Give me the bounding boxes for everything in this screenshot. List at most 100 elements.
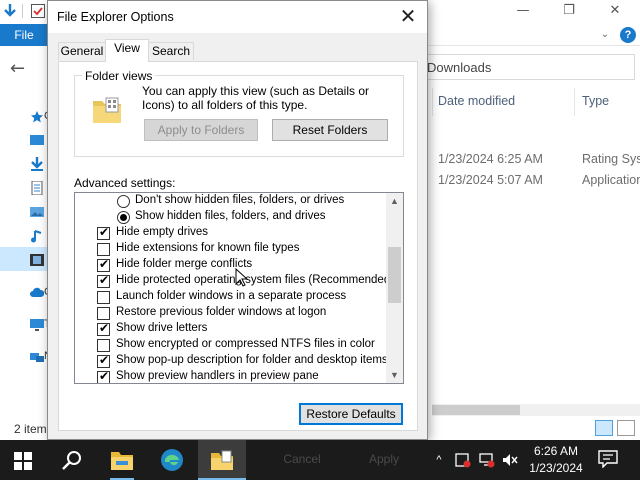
checkmark-icon: ✔ xyxy=(99,353,110,367)
scrollbar-thumb[interactable] xyxy=(432,405,520,415)
documents-icon[interactable] xyxy=(30,181,44,195)
restore-icon[interactable]: ❐ xyxy=(546,0,592,24)
back-arrow-icon[interactable]: ← xyxy=(10,58,25,79)
vertical-scrollbar[interactable]: ▲ ▼ xyxy=(386,193,403,383)
checkbox[interactable]: ✔ xyxy=(97,257,110,272)
setting-label: Restore previous folder windows at logon xyxy=(116,306,327,318)
table-cell-date[interactable]: 1/23/2024 5:07 AM xyxy=(438,173,543,187)
windows-start-icon[interactable] xyxy=(14,452,32,470)
close-icon[interactable]: ✕ xyxy=(397,5,419,27)
setting-row[interactable]: Restore previous folder windows at logon xyxy=(75,305,387,321)
setting-row[interactable]: Hide extensions for known file types xyxy=(75,241,387,257)
checkbox[interactable] xyxy=(97,291,110,304)
downloads-icon[interactable] xyxy=(30,157,44,171)
file-explorer-taskbar-icon[interactable] xyxy=(110,449,134,471)
setting-label: Show hidden files, folders, and drives xyxy=(135,210,326,222)
restore-defaults-button[interactable]: Restore Defaults xyxy=(299,403,403,425)
tab-general[interactable]: General xyxy=(58,42,106,60)
table-cell-type[interactable]: Application xyxy=(582,173,640,187)
checkbox[interactable] xyxy=(97,339,110,352)
apply-to-folders-button[interactable]: Apply to Folders xyxy=(144,119,258,141)
checkbox[interactable]: ✔ xyxy=(97,369,110,383)
checkmark-icon: ✔ xyxy=(99,273,110,287)
column-header-type[interactable]: Type xyxy=(582,94,609,108)
setting-row[interactable]: Show hidden files, folders, and drives xyxy=(75,209,387,225)
tab-view[interactable]: View xyxy=(105,39,149,62)
details-view-icon[interactable] xyxy=(595,420,613,436)
scroll-up-icon[interactable]: ▲ xyxy=(386,193,403,209)
table-cell-type[interactable]: Rating Syst xyxy=(582,152,640,166)
address-bar[interactable]: Downloads xyxy=(420,54,635,80)
folder-views-description: You can apply this view (such as Details… xyxy=(142,84,370,112)
checkbox[interactable]: ✔ xyxy=(97,321,110,336)
chevron-down-icon[interactable]: ⌄ xyxy=(598,28,612,42)
checkbox[interactable] xyxy=(97,307,110,320)
checkbox[interactable]: ✔ xyxy=(97,273,110,288)
setting-row[interactable]: ✔ Show drive letters xyxy=(75,321,387,337)
checkmark-icon: ✔ xyxy=(99,369,110,383)
clock[interactable]: 6:26 AM 1/23/2024 xyxy=(522,443,590,477)
horizontal-scrollbar[interactable] xyxy=(432,404,640,416)
setting-row[interactable]: ✔ Show pop-up description for folder and … xyxy=(75,353,388,369)
volume-muted-icon[interactable] xyxy=(502,452,518,468)
setting-row[interactable]: Don't show hidden files, folders, or dri… xyxy=(75,193,387,209)
reset-folders-button[interactable]: Reset Folders xyxy=(272,119,388,141)
show-hidden-icons-chevron-icon[interactable]: ^ xyxy=(431,452,447,468)
pictures-icon[interactable] xyxy=(30,205,44,219)
setting-label: Hide folder merge conflicts xyxy=(116,258,253,270)
clock-date: 1/23/2024 xyxy=(529,461,583,475)
music-icon[interactable] xyxy=(30,229,44,243)
setting-label: Show encrypted or compressed NTFS files … xyxy=(116,338,375,350)
advanced-settings-list[interactable]: Don't show hidden files, folders, or dri… xyxy=(74,192,404,384)
desktop-icon[interactable] xyxy=(30,133,44,147)
this-pc-icon[interactable] xyxy=(30,318,44,332)
setting-row[interactable]: ✔ Hide folder merge conflicts xyxy=(75,257,387,273)
checklist-icon[interactable] xyxy=(30,3,46,19)
checkbox[interactable]: ✔ xyxy=(97,225,110,240)
setting-row[interactable]: Launch folder windows in a separate proc… xyxy=(75,289,387,305)
taskbar: Cancel Apply ^ 6:26 AM 1/23/2024 xyxy=(0,440,640,480)
edge-browser-icon[interactable] xyxy=(160,448,184,472)
scroll-down-icon[interactable]: ▼ xyxy=(386,367,403,383)
setting-row[interactable]: ✔ Hide protected operating system files (… xyxy=(75,273,394,289)
setting-row[interactable]: Show encrypted or compressed NTFS files … xyxy=(75,337,387,353)
minimize-icon[interactable]: — xyxy=(500,0,546,24)
column-separator xyxy=(574,88,575,116)
setting-label: Hide empty drives xyxy=(116,226,209,238)
table-cell-date[interactable]: 1/23/2024 6:25 AM xyxy=(438,152,543,166)
setting-row[interactable]: ✔ Show preview handlers in preview pane xyxy=(75,369,387,383)
large-icons-view-icon[interactable] xyxy=(617,420,635,436)
checkmark-icon: ✔ xyxy=(99,257,110,271)
radio-button[interactable] xyxy=(117,211,130,224)
checkbox[interactable] xyxy=(97,243,110,256)
folder-views-icon xyxy=(93,97,121,123)
apply-button[interactable]: Apply xyxy=(352,448,416,470)
folder-options-taskbar-icon[interactable] xyxy=(210,449,234,471)
setting-row[interactable]: ✔ Hide empty drives xyxy=(75,225,387,241)
network-icon[interactable] xyxy=(479,452,495,468)
setting-label: Hide protected operating system files (R… xyxy=(116,274,395,286)
scrollbar-thumb[interactable] xyxy=(388,247,401,303)
checkbox[interactable]: ✔ xyxy=(97,353,110,368)
close-icon[interactable]: ✕ xyxy=(592,0,638,24)
clock-time: 6:26 AM xyxy=(533,444,579,458)
security-shield-icon[interactable] xyxy=(455,452,471,468)
help-icon[interactable]: ? xyxy=(620,27,636,43)
setting-label: Show preview handlers in preview pane xyxy=(116,370,319,382)
videos-icon[interactable] xyxy=(30,253,44,267)
checkmark-icon: ✔ xyxy=(99,225,110,239)
notifications-icon[interactable] xyxy=(598,450,618,468)
checkmark-icon: ✔ xyxy=(99,321,110,335)
network-icon[interactable] xyxy=(30,350,44,364)
cancel-button[interactable]: Cancel xyxy=(270,448,334,470)
radio-button[interactable] xyxy=(117,195,130,208)
search-icon[interactable] xyxy=(61,450,83,472)
divider xyxy=(22,4,23,18)
tab-search[interactable]: Search xyxy=(148,42,194,60)
onedrive-cloud-icon[interactable] xyxy=(30,286,44,300)
file-tab[interactable]: File xyxy=(0,24,48,46)
column-header-date-modified[interactable]: Date modified xyxy=(438,94,515,108)
address-text: Downloads xyxy=(427,60,492,75)
down-arrow-icon[interactable] xyxy=(2,3,18,19)
quick-access-star-icon[interactable] xyxy=(30,110,44,124)
